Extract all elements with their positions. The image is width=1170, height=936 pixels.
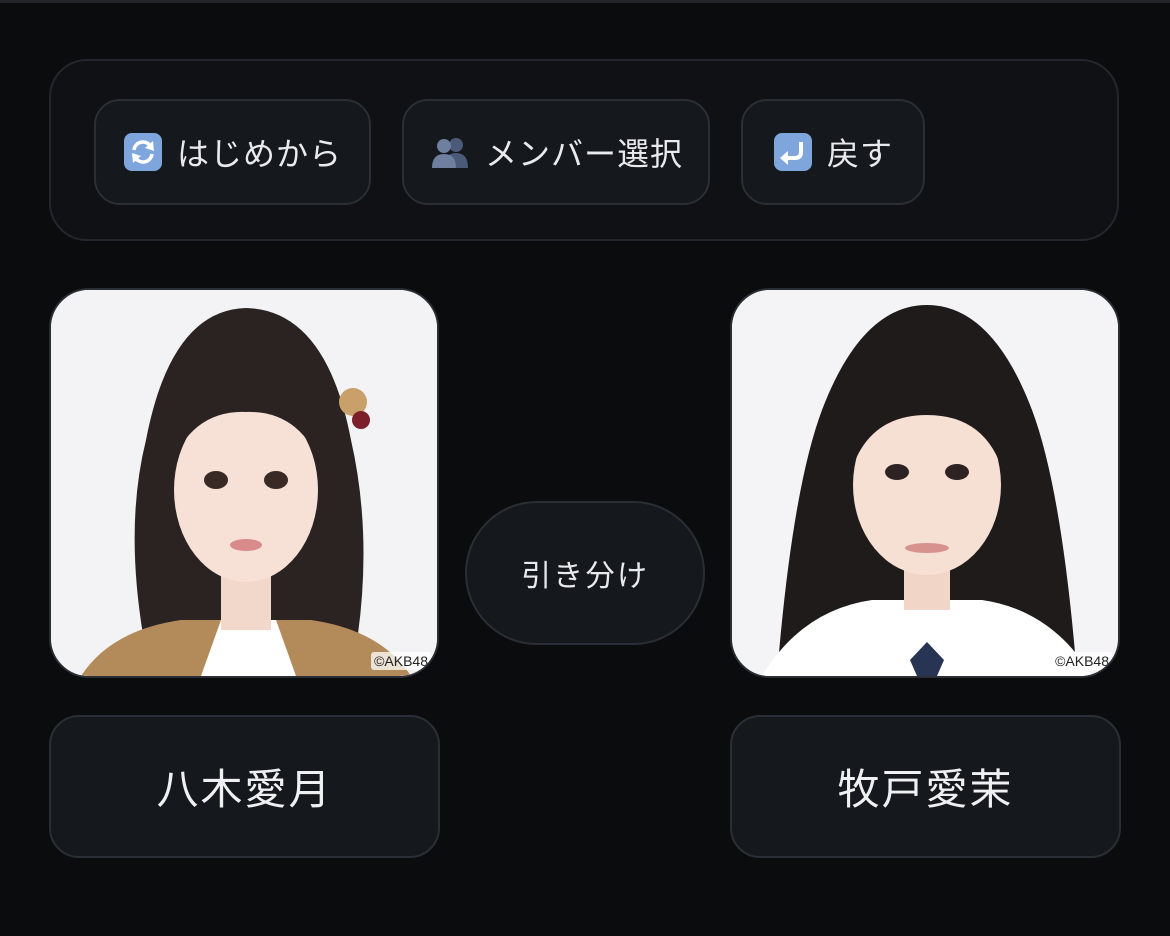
right-member-name-button[interactable]: 牧戸愛茉 [730,715,1121,858]
refresh-icon [123,132,163,172]
restart-button[interactable]: はじめから [94,99,371,205]
photo-credit: ©AKB48 [371,652,431,670]
draw-button[interactable]: 引き分け [465,501,705,645]
member-select-button[interactable]: メンバー選択 [402,99,710,205]
left-portrait-image [51,290,437,676]
return-arrow-icon [773,132,813,172]
undo-label: 戻す [826,135,893,173]
right-portrait-image [732,290,1118,676]
member-select-label: メンバー選択 [484,135,683,173]
people-icon [429,134,471,170]
left-member-name-button[interactable]: 八木愛月 [49,715,440,858]
left-member-name: 八木愛月 [156,765,333,814]
top-divider [0,0,1170,3]
left-member-photo[interactable]: ©AKB48 [49,288,439,678]
toolbar: はじめから メンバー選択 戻す [49,59,1119,241]
right-member-name: 牧戸愛茉 [837,765,1014,814]
photo-credit: ©AKB48 [1052,652,1112,670]
undo-button[interactable]: 戻す [741,99,925,205]
restart-label: はじめから [176,135,342,173]
right-member-photo[interactable]: ©AKB48 [730,288,1120,678]
draw-label: 引き分け [521,559,649,594]
